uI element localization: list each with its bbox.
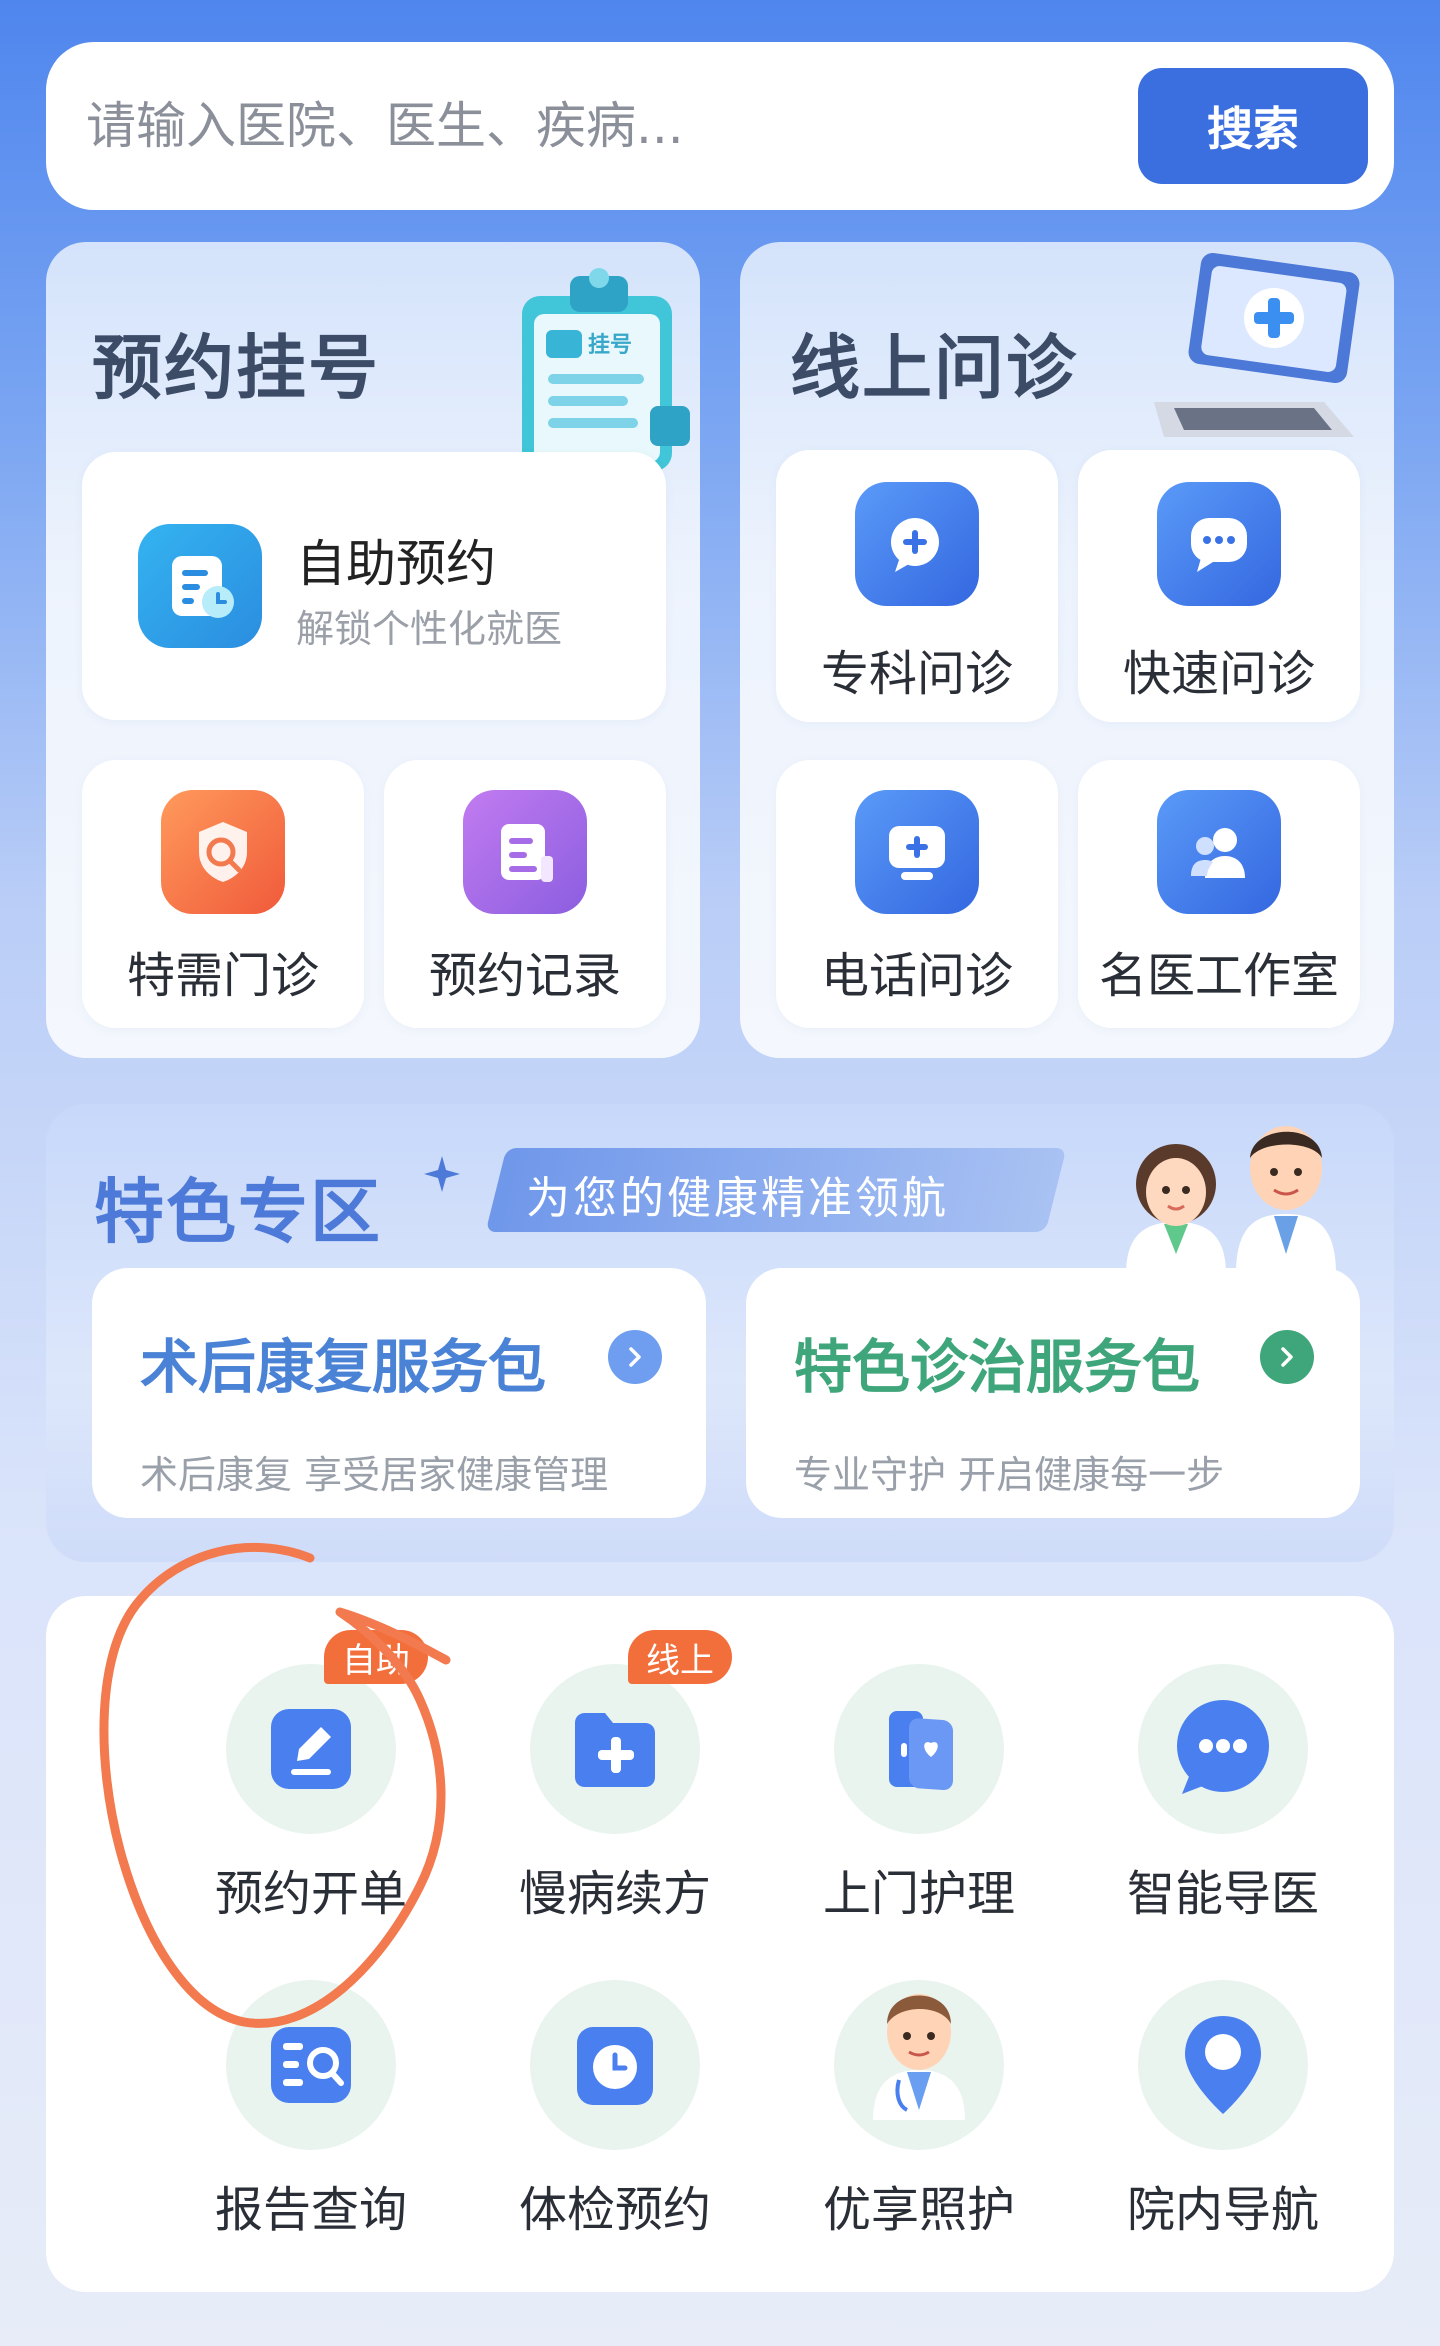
clock-icon (530, 1980, 700, 2150)
special-clinic-tile[interactable]: 特需门诊 (82, 760, 364, 1028)
service-label: 报告查询 (214, 2182, 407, 2238)
report-search-icon (226, 1980, 396, 2150)
appointment-title: 预约挂号 (92, 327, 380, 409)
service-item-chronic-refill[interactable]: 线上 慢病续方 (448, 1630, 748, 1964)
appointment-record-label: 预约记录 (428, 948, 621, 1004)
door-heart-icon (834, 1664, 1004, 1834)
record-icon (463, 790, 587, 914)
phone-consult-label: 电话问诊 (820, 948, 1013, 1004)
doctors-illustration (1126, 1126, 1336, 1274)
location-pin-icon (1138, 1980, 1308, 2150)
chevron-right-icon (608, 1330, 662, 1384)
specialty-consult-tile[interactable]: 专科问诊 (776, 450, 1058, 722)
service-item-smart-guide[interactable]: 智能导医 (1056, 1664, 1356, 1964)
rehab-package-sub: 术后康复 享受居家健康管理 (140, 1453, 609, 1497)
appointment-record-tile[interactable]: 预约记录 (384, 760, 666, 1028)
sparkle-icon (424, 1156, 460, 1192)
self-appointment-label: 自助预约 (296, 535, 496, 593)
service-item-premium-care[interactable]: 优享照护 (752, 1980, 1052, 2280)
chat-plus-icon (855, 482, 979, 606)
phone-consult-tile[interactable]: 电话问诊 (776, 760, 1058, 1028)
featured-title: 特色专区 (94, 1171, 382, 1253)
search-bar: 搜索 (46, 42, 1394, 210)
special-treatment-package-card[interactable]: 特色诊治服务包 专业守护 开启健康每一步 (746, 1268, 1360, 1518)
service-label: 慢病续方 (518, 1866, 711, 1922)
service-item-appointment-order[interactable]: 自助 预约开单 (144, 1630, 444, 1964)
special-clinic-label: 特需门诊 (126, 948, 319, 1004)
service-label: 上门护理 (822, 1866, 1015, 1922)
chat-bubble-icon (1138, 1664, 1308, 1834)
self-appointment-icon (138, 524, 262, 648)
rehab-package-card[interactable]: 术后康复服务包 术后康复 享受居家健康管理 (92, 1268, 706, 1518)
special-treatment-package-sub: 专业守护 开启健康每一步 (794, 1453, 1225, 1497)
edit-icon (226, 1664, 396, 1834)
online-consult-card: 线上问诊 专科问诊 快速问诊 电话问诊 名医工作室 (740, 242, 1394, 1058)
service-item-checkup[interactable]: 体检预约 (448, 1980, 748, 2280)
service-item-report-query[interactable]: 报告查询 (144, 1980, 444, 2280)
laptop-illustration (1154, 252, 1360, 437)
self-appointment-tile[interactable]: 自助预约 解锁个性化就医 (82, 452, 666, 720)
clipboard-badge: 挂号 (588, 332, 632, 358)
clipboard-illustration: 挂号 (522, 268, 690, 471)
service-label: 院内导航 (1126, 2182, 1319, 2238)
services-grid: 自助 预约开单 线上 慢病续方 上门护理 智能导医 报告查询 体检预约 优享照护… (46, 1596, 1394, 2292)
rehab-package-title: 术后康复服务包 (140, 1333, 547, 1401)
featured-slogan: 为您的健康精准领航 (526, 1173, 949, 1224)
service-item-home-nursing[interactable]: 上门护理 (752, 1664, 1052, 1964)
famous-doctor-tile[interactable]: 名医工作室 (1078, 760, 1360, 1028)
service-item-hospital-navigation[interactable]: 院内导航 (1056, 1980, 1356, 2280)
specialty-consult-label: 专科问诊 (820, 646, 1013, 702)
featured-zone: 特色专区 为您的健康精准领航 术后康复服务包 术后康复 享受居家健康管理 特色诊… (46, 1104, 1394, 1562)
chevron-right-icon (1260, 1330, 1314, 1384)
appointment-card: 预约挂号 挂号 自助预约 解锁个性化就医 特需门诊 预约记录 (46, 242, 700, 1058)
screen-plus-icon (855, 790, 979, 914)
service-label: 智能导医 (1126, 1866, 1319, 1922)
chat-dots-icon (1157, 482, 1281, 606)
online-badge: 线上 (628, 1630, 732, 1684)
special-treatment-package-title: 特色诊治服务包 (794, 1333, 1201, 1401)
search-button[interactable]: 搜索 (1138, 68, 1368, 184)
people-icon (1157, 790, 1281, 914)
service-label: 体检预约 (518, 2182, 711, 2238)
service-label: 预约开单 (214, 1866, 407, 1922)
self-appointment-sub: 解锁个性化就医 (296, 607, 563, 651)
folder-plus-icon (530, 1664, 700, 1834)
doctor-icon (834, 1980, 1004, 2150)
service-label: 优享照护 (822, 2182, 1015, 2238)
self-service-badge: 自助 (324, 1630, 428, 1684)
quick-consult-tile[interactable]: 快速问诊 (1078, 450, 1360, 722)
search-input[interactable] (86, 82, 1086, 170)
shield-search-icon (161, 790, 285, 914)
quick-consult-label: 快速问诊 (1122, 646, 1315, 702)
online-consult-title: 线上问诊 (790, 327, 1078, 409)
famous-doctor-label: 名医工作室 (1098, 948, 1339, 1004)
